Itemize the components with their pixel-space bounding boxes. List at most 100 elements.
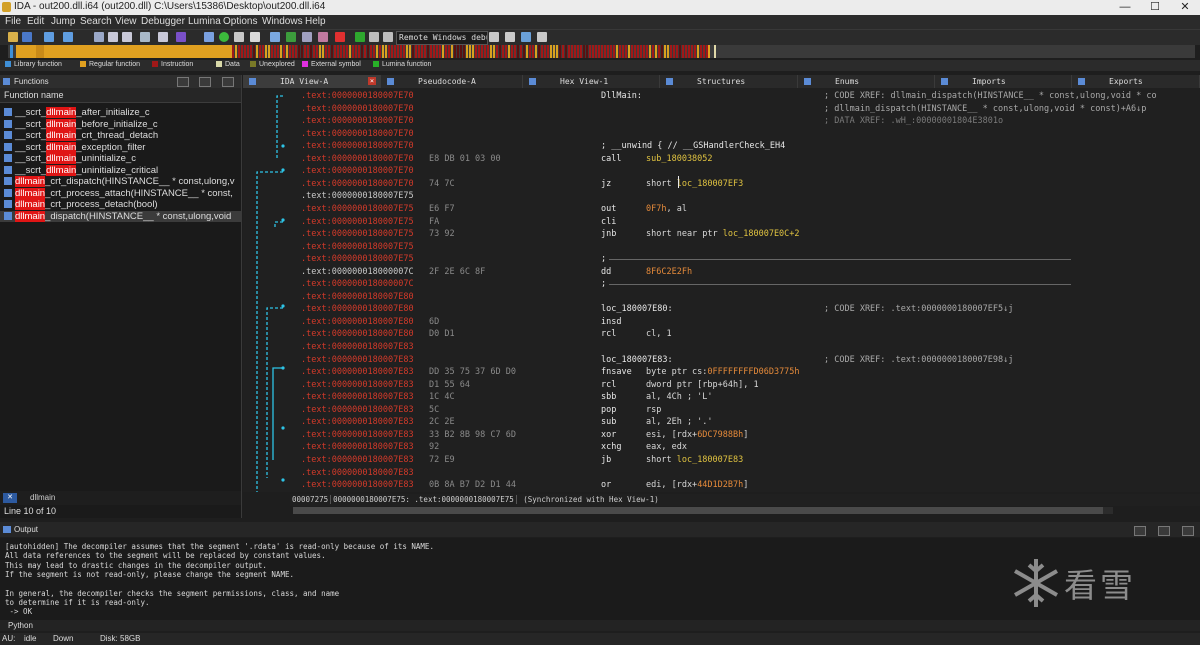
function-name-column-header[interactable]: Function name — [0, 88, 241, 103]
disasm-line[interactable]: .text:0000000180007E83 — [301, 341, 1191, 353]
disasm-line[interactable]: .text:0000000180007E70 ; dllmain_dispatch… — [301, 103, 1191, 115]
tab-close-icon[interactable]: × — [368, 77, 376, 85]
disasm-line[interactable]: .text:0000000180007E75 73 92 jnb short near… — [301, 228, 1191, 240]
scrollbar-thumb[interactable] — [293, 507, 1103, 514]
maximize-button[interactable]: ☐ — [1140, 0, 1170, 15]
toolbar-icon-10[interactable] — [250, 32, 260, 42]
menu-help[interactable]: Help — [305, 16, 326, 27]
toolbar-icon-16[interactable] — [489, 32, 499, 42]
menu-jump[interactable]: Jump — [51, 16, 75, 27]
ida-view-disassembly[interactable]: .text:0000000180007E70 DllMain: ; CODE XRE… — [243, 88, 1200, 492]
save-icon[interactable] — [22, 32, 32, 42]
function-row[interactable]: __scrt_dllmain_crt_thread_detach — [0, 130, 241, 142]
disasm-line[interactable]: .text:000000018000007C; — [301, 278, 1191, 290]
panel-restore-button[interactable] — [177, 77, 189, 87]
toolbar-icon-12[interactable] — [286, 32, 296, 42]
toolbar-icon-13[interactable] — [302, 32, 312, 42]
minimize-button[interactable]: — — [1110, 0, 1140, 15]
function-row[interactable]: __scrt_dllmain_after_initialize_c — [0, 107, 241, 119]
function-row[interactable]: dllmain_crt_dispatch(HINSTANCE__ * const… — [0, 176, 241, 188]
tab-ida-view-a[interactable]: IDA View-A × — [243, 75, 381, 88]
python-prompt[interactable]: Python — [0, 621, 33, 630]
forward-icon[interactable] — [63, 32, 73, 42]
toolbar-icon-11[interactable] — [270, 32, 280, 42]
disasm-line[interactable]: .text:0000000180007E75 — [301, 241, 1191, 253]
function-row[interactable]: dllmain_crt_process_attach(HINSTANCE__ *… — [0, 187, 241, 200]
tab-enums[interactable]: Enums — [798, 75, 935, 88]
disasm-line[interactable]: .text:0000000180007E75; — [301, 253, 1191, 265]
function-row[interactable]: __scrt_dllmain_uninitialize_critical — [0, 164, 241, 177]
disasm-line[interactable]: .text:0000000180007E75 E6 F7 out 0F7h, al — [301, 203, 1191, 215]
disasm-line[interactable]: .text:0000000180007E83 2C 2E sub al, 2Eh ; … — [301, 416, 1191, 428]
debugger-select[interactable]: Remote Windows debugger — [396, 31, 488, 45]
menu-search[interactable]: Search — [80, 16, 112, 27]
toolbar-icon-2[interactable] — [108, 32, 118, 42]
menu-lumina[interactable]: Lumina — [188, 16, 221, 27]
toolbar-icon-18[interactable] — [521, 32, 531, 42]
tab-hex-view-1[interactable]: Hex View-1 — [523, 75, 660, 88]
toolbar-icon-14[interactable] — [318, 32, 328, 42]
toolbar-icon-3[interactable] — [122, 32, 132, 42]
toolbar-icon-15[interactable] — [335, 32, 345, 42]
disasm-line[interactable]: .text:0000000180007E70 74 7C jz short loc_1… — [301, 178, 1191, 190]
function-row[interactable]: __scrt_dllmain_before_initialize_c — [0, 118, 241, 131]
toolbar-icon-6[interactable] — [176, 32, 186, 42]
disasm-line[interactable]: .text:0000000180007E70 ; DATA XREF: .wH_:… — [301, 115, 1191, 127]
toolbar-icon-8[interactable] — [219, 32, 229, 42]
toolbar-icon-19[interactable] — [537, 32, 547, 42]
disasm-line[interactable]: .text:0000000180007E70 DllMain: ; CODE XRE… — [301, 90, 1191, 102]
stop-icon[interactable] — [383, 32, 393, 42]
disasm-line[interactable]: .text:0000000180007E75 — [301, 190, 1191, 202]
disasm-line[interactable]: .text:0000000180007E83 DD 35 75 37 6D D0 f… — [301, 366, 1191, 378]
disasm-line[interactable]: .text:0000000180007E83 D1 55 64 rcl dword p… — [301, 379, 1191, 391]
disasm-line[interactable]: .text:0000000180007E83 1C 4C sbb al, 4Ch ; … — [301, 391, 1191, 403]
disasm-line[interactable]: .text:0000000180007E80 — [301, 291, 1191, 303]
disasm-line[interactable]: .text:0000000180007E83 92 xchg eax, edx — [301, 441, 1191, 453]
toolbar-icon-5[interactable] — [158, 32, 168, 42]
function-row[interactable]: __scrt_dllmain_uninitialize_c — [0, 153, 241, 165]
close-filter-icon[interactable]: ✕ — [3, 493, 17, 503]
disasm-line[interactable]: .text:0000000180007E83 0B 8A B7 D2 D1 44 o… — [301, 479, 1191, 491]
navigation-band[interactable] — [8, 45, 1195, 58]
close-button[interactable]: ✕ — [1170, 0, 1200, 15]
function-row[interactable]: dllmain_dispatch(HINSTANCE__ * const,ulo… — [0, 210, 241, 222]
disasm-line[interactable]: .text:0000000180007E70 E8 DB 01 03 00 call… — [301, 153, 1191, 165]
tab-imports[interactable]: Imports — [935, 75, 1072, 88]
toolbar-icon-7[interactable] — [204, 32, 214, 42]
menu-edit[interactable]: Edit — [27, 16, 44, 27]
disasm-line[interactable]: .text:0000000180007E83 33 B2 8B 98 C7 6D x… — [301, 429, 1191, 441]
menu-debugger[interactable]: Debugger — [141, 16, 185, 27]
disasm-line[interactable]: .text:0000000180007E80 loc_180007E80: ; CO… — [301, 303, 1191, 315]
python-command-bar[interactable]: Python — [0, 620, 1200, 631]
function-row[interactable]: __scrt_dllmain_exception_filter — [0, 141, 241, 154]
pause-icon[interactable] — [369, 32, 379, 42]
menu-options[interactable]: Options — [223, 16, 257, 27]
toolbar-icon-9[interactable] — [234, 32, 244, 42]
toolbar-icon-1[interactable] — [94, 32, 104, 42]
output-close-button[interactable] — [1182, 526, 1194, 536]
menu-file[interactable]: File — [5, 16, 21, 27]
disasm-line[interactable]: .text:0000000180007E70 — [301, 128, 1191, 140]
panel-float-button[interactable] — [199, 77, 211, 87]
filter-text[interactable]: dllmain — [30, 493, 55, 502]
disasm-line[interactable]: .text:0000000180007E70 ; __unwind { // __… — [301, 140, 1191, 152]
disasm-line[interactable]: .text:0000000180007E80 D0 D1 rcl cl, 1 — [301, 328, 1191, 340]
output-float-button[interactable] — [1158, 526, 1170, 536]
back-icon[interactable] — [44, 32, 54, 42]
start-debug-icon[interactable] — [355, 32, 365, 42]
tab-exports[interactable]: Exports — [1072, 75, 1200, 88]
disasm-line[interactable]: .text:0000000180007E83 — [301, 467, 1191, 479]
disasm-line[interactable]: .text:0000000180007E75 FA cli — [301, 216, 1191, 228]
disasm-line[interactable]: .text:0000000180007E70 — [301, 165, 1191, 177]
disasm-line[interactable]: .text:0000000180007E83 5C pop rsp — [301, 404, 1191, 416]
tab-pseudocode-a[interactable]: Pseudocode-A — [381, 75, 523, 88]
tab-structures[interactable]: Structures — [660, 75, 798, 88]
toolbar-icon-4[interactable] — [140, 32, 150, 42]
menu-windows[interactable]: Windows — [262, 16, 303, 27]
horizontal-scrollbar[interactable] — [293, 507, 1113, 514]
disasm-line[interactable]: .text:0000000180007E83 72 E9 jb short loc_1… — [301, 454, 1191, 466]
output-restore-button[interactable] — [1134, 526, 1146, 536]
disasm-line[interactable]: .text:0000000180007E83 loc_180007E83: ; CO… — [301, 354, 1191, 366]
disasm-line[interactable]: .text:0000000180007E80 6D insd — [301, 316, 1191, 328]
open-icon[interactable] — [8, 32, 18, 42]
